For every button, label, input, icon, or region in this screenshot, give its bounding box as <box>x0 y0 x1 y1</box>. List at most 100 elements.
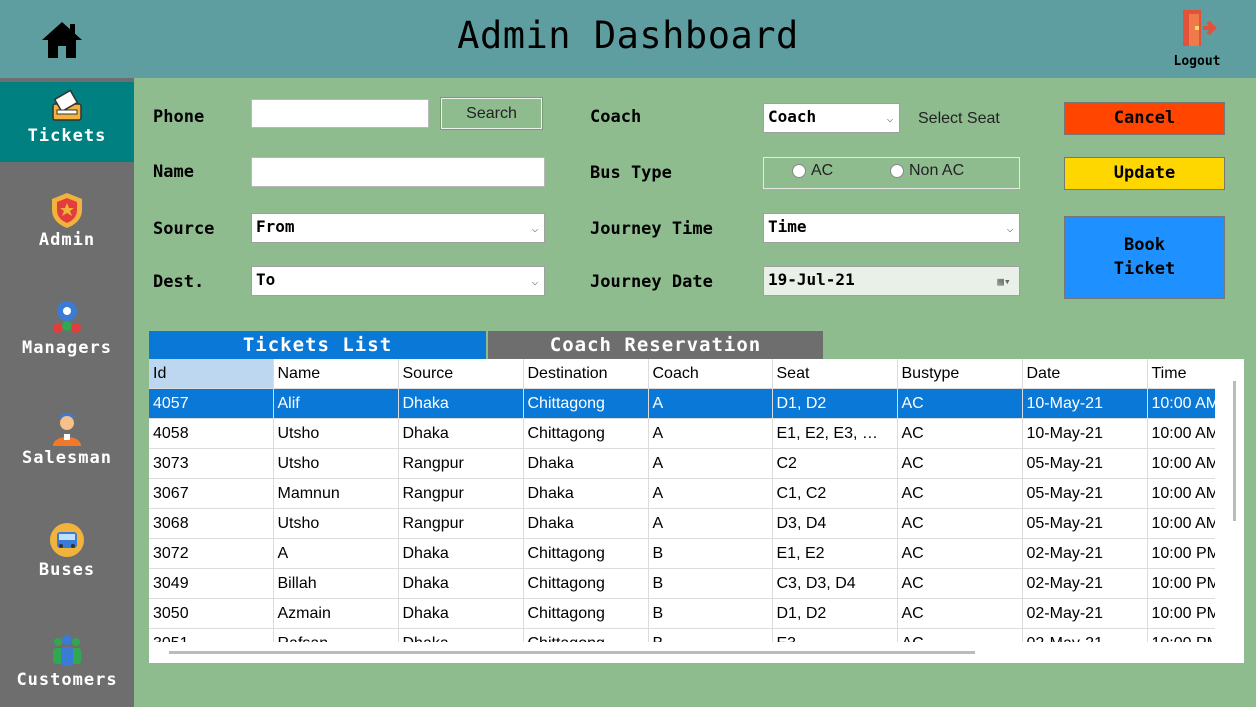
table-row[interactable]: 3072 A Dhaka Chittagong B E1, E2 AC 02-May-21 10… <box>149 538 1215 569</box>
table-cell: 10:00 PM <box>1147 598 1215 629</box>
chevron-down-icon: ⌵ <box>886 111 894 125</box>
bus-type-label: Bus Type <box>590 163 672 183</box>
logout-button[interactable]: Logout <box>1162 6 1232 74</box>
cancel-button[interactable]: Cancel <box>1064 102 1225 135</box>
search-button[interactable]: Search <box>440 97 543 130</box>
bus-type-nonac-label: Non AC <box>909 162 965 179</box>
column-header[interactable]: Source <box>398 359 524 389</box>
bus-type-radio-group: AC Non AC <box>763 157 1020 189</box>
tab-tickets-list[interactable]: Tickets List <box>149 331 486 359</box>
sidebar-item-tickets[interactable]: Tickets <box>0 82 134 162</box>
table-cell: 10-May-21 <box>1022 418 1148 449</box>
sidebar-item-managers[interactable]: Managers <box>0 298 134 378</box>
vertical-scroll-thumb[interactable] <box>1233 381 1236 521</box>
source-label: Source <box>153 219 215 239</box>
column-header[interactable]: Seat <box>772 359 898 389</box>
table-row[interactable]: 4057 Alif Dhaka Chittagong A D1, D2 AC 10-May-2… <box>149 388 1215 419</box>
column-header[interactable]: Date <box>1022 359 1148 389</box>
table-cell: E3 <box>772 628 898 642</box>
horizontal-scroll-thumb[interactable] <box>169 651 975 654</box>
table-row[interactable]: 3073 Utsho Rangpur Dhaka A C2 AC 05-May-21 10:00… <box>149 448 1215 479</box>
table-cell: 10:00 PM <box>1147 568 1215 599</box>
table-cell: 3050 <box>149 598 274 629</box>
phone-input[interactable] <box>251 99 429 128</box>
table-cell: AC <box>897 568 1023 599</box>
bus-type-nonac-radio[interactable]: Non AC <box>890 162 964 180</box>
table-cell: Chittagong <box>523 568 649 599</box>
radio-circle-icon <box>890 164 904 178</box>
sidebar: Tickets Admin Managers Salesman Buses Cu… <box>0 78 134 707</box>
table-cell: Dhaka <box>398 538 524 569</box>
column-header[interactable]: Time <box>1147 359 1215 389</box>
radio-circle-icon <box>792 164 806 178</box>
column-header[interactable]: Destination <box>523 359 649 389</box>
table-cell: Rangpur <box>398 478 524 509</box>
table-cell: C3, D3, D4 <box>772 568 898 599</box>
source-select[interactable]: From ⌵ <box>251 213 545 243</box>
journey-date-picker[interactable]: 19-Jul-21 ▦▾ <box>763 266 1020 296</box>
table-cell: 10:00 AM <box>1147 478 1215 509</box>
table-cell: B <box>648 628 773 642</box>
table-cell: Billah <box>273 568 399 599</box>
horizontal-scrollbar[interactable] <box>149 642 1215 663</box>
coach-label: Coach <box>590 107 642 127</box>
table-cell: Dhaka <box>398 598 524 629</box>
table-row[interactable]: 3051RafsanDhakaChittagongBE3AC02-May-211… <box>149 628 1215 642</box>
coach-select[interactable]: Coach ⌵ <box>763 103 900 133</box>
table-cell: 02-May-21 <box>1022 568 1148 599</box>
table-cell: A <box>648 418 773 449</box>
source-select-value: From <box>256 217 295 236</box>
table-cell: 3067 <box>149 478 274 509</box>
table-cell: 10:00 AM <box>1147 418 1215 449</box>
logout-door-icon <box>1183 10 1217 46</box>
table-row[interactable]: 3050 Azmain Dhaka Chittagong B D1, D2 AC 02-May… <box>149 598 1215 629</box>
sidebar-item-salesman[interactable]: Salesman <box>0 408 134 488</box>
bus-type-ac-radio[interactable]: AC <box>792 162 833 180</box>
book-ticket-label-line2: Ticket <box>1113 259 1176 279</box>
table-cell: Rangpur <box>398 448 524 479</box>
table-row[interactable]: 3067 Mamnun Rangpur Dhaka A C1, C2 AC 05-May-21… <box>149 478 1215 509</box>
table-row[interactable]: 4058 Utsho Dhaka Chittagong A E1, E2, E3, … AC… <box>149 418 1215 449</box>
bus-type-ac-label: AC <box>811 162 834 179</box>
header-bar: Admin Dashboard Logout <box>0 0 1256 78</box>
table-cell: AC <box>897 508 1023 539</box>
vertical-scrollbar[interactable] <box>1215 359 1244 663</box>
table-cell: AC <box>897 478 1023 509</box>
tab-coach-reservation[interactable]: Coach Reservation <box>488 331 823 359</box>
column-header[interactable]: Coach <box>648 359 773 389</box>
ticket-icon <box>52 89 82 121</box>
table-row[interactable]: 3068 Utsho Rangpur Dhaka A D3, D4 AC 05-May-21 1… <box>149 508 1215 539</box>
logout-label: Logout <box>1173 54 1221 69</box>
update-button[interactable]: Update <box>1064 157 1225 190</box>
bus-icon <box>50 523 84 557</box>
sidebar-label-salesman: Salesman <box>22 448 112 468</box>
sidebar-item-buses[interactable]: Buses <box>0 520 134 600</box>
column-header[interactable]: Id <box>149 359 274 389</box>
table-row[interactable]: 3049 Billah Dhaka Chittagong B C3, D3, D4 AC 02… <box>149 568 1215 599</box>
chevron-down-icon: ⌵ <box>531 274 539 288</box>
sidebar-label-admin: Admin <box>38 230 96 250</box>
column-header[interactable]: Bustype <box>897 359 1023 389</box>
table-cell: AC <box>897 388 1023 419</box>
select-seat-link[interactable]: Select Seat <box>918 110 1000 128</box>
journey-date-label: Journey Date <box>590 272 713 292</box>
table-cell: AC <box>897 448 1023 479</box>
table-cell: Chittagong <box>523 418 649 449</box>
book-ticket-button[interactable]: Book Ticket <box>1064 216 1225 299</box>
managers-gear-icon <box>53 301 81 333</box>
table-cell: 10:00 AM <box>1147 448 1215 479</box>
sidebar-item-admin[interactable]: Admin <box>0 190 134 270</box>
column-header[interactable]: Name <box>273 359 399 389</box>
name-input[interactable] <box>251 157 545 187</box>
table-cell: 3068 <box>149 508 274 539</box>
table-cell: Utsho <box>273 448 399 479</box>
table-cell: Rangpur <box>398 508 524 539</box>
table-cell: 10-May-21 <box>1022 388 1148 419</box>
table-cell: Rafsan <box>273 628 399 642</box>
table-cell: 3049 <box>149 568 274 599</box>
sidebar-item-customers[interactable]: Customers <box>0 630 134 707</box>
table-cell: Chittagong <box>523 388 649 419</box>
dest-select[interactable]: To ⌵ <box>251 266 545 296</box>
journey-time-select[interactable]: Time ⌵ <box>763 213 1020 243</box>
page-title: Admin Dashboard <box>457 14 799 57</box>
